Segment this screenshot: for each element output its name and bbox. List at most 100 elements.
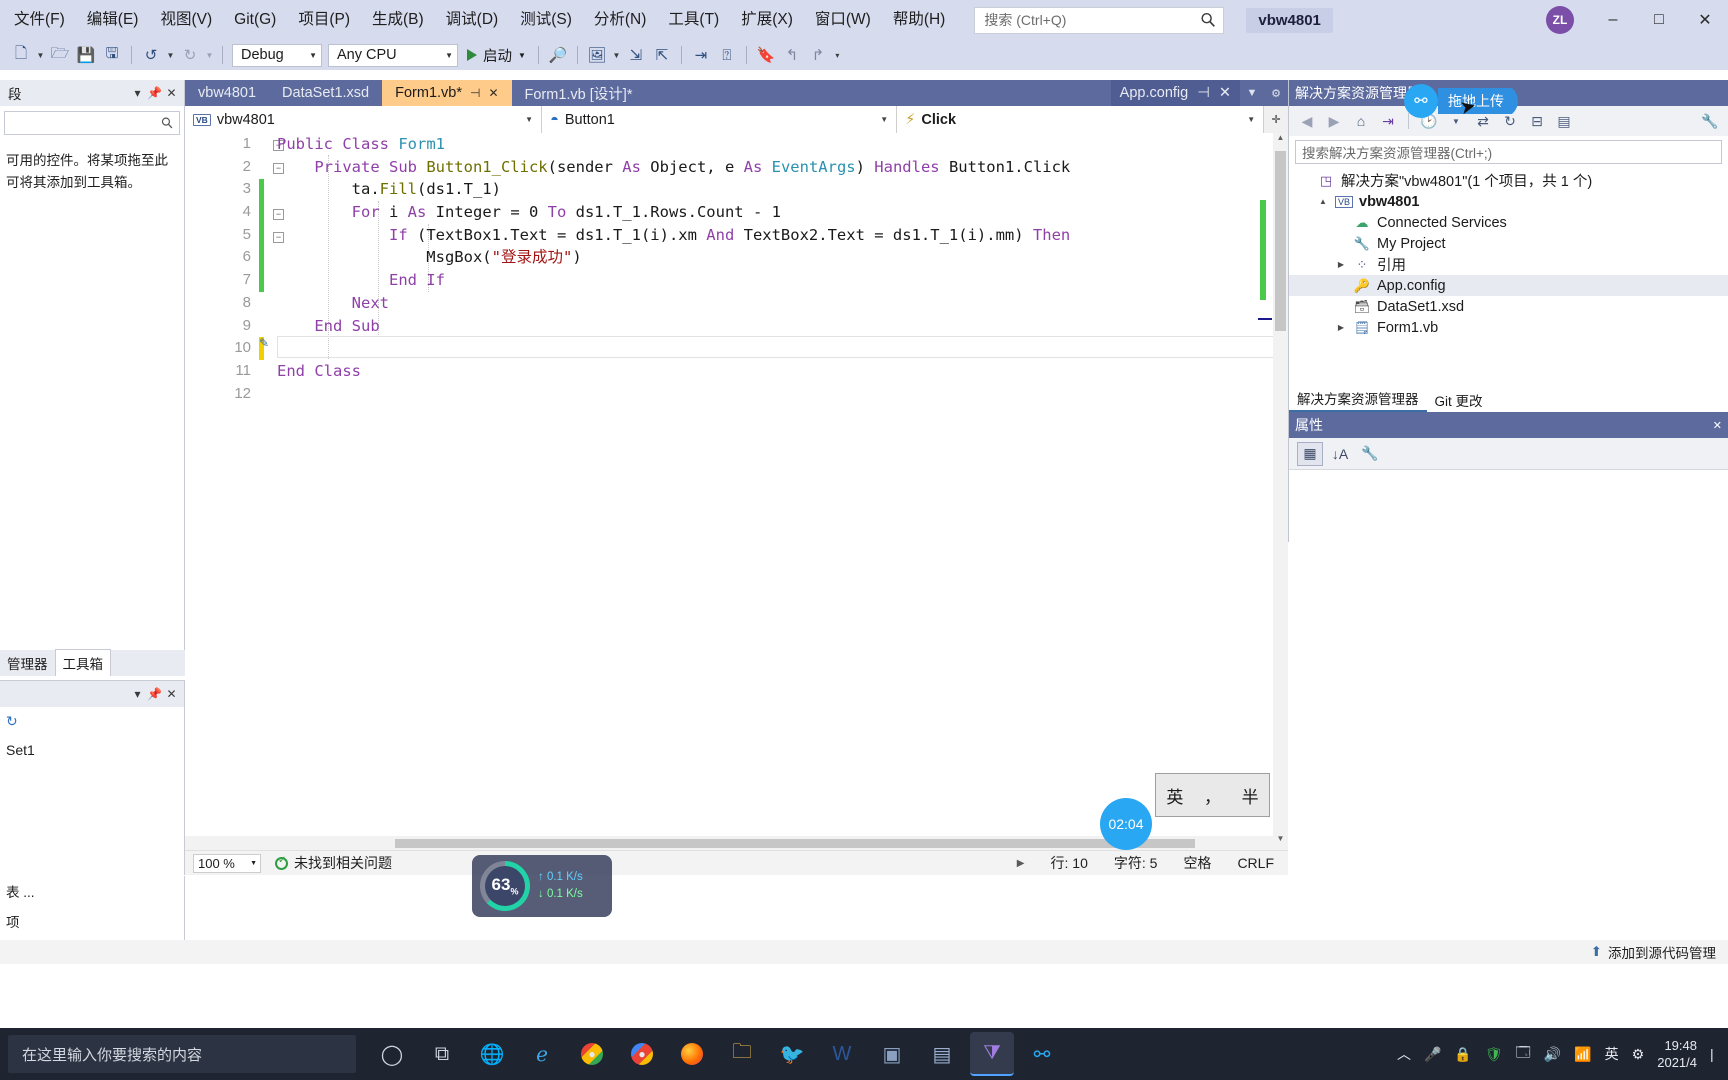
editor-vertical-scrollbar[interactable]: ▲ ▼: [1273, 133, 1288, 850]
tray-settings-icon[interactable]: ⚙: [1632, 1046, 1645, 1063]
ime-status-bar[interactable]: 英 ， 半: [1155, 773, 1270, 817]
document-tab-dataset1[interactable]: DataSet1.xsd: [269, 80, 382, 106]
data-sources-dropdown-icon[interactable]: ▾: [129, 687, 146, 701]
tray-microphone-icon[interactable]: 🎤: [1424, 1046, 1441, 1063]
left-tab-server-explorer[interactable]: 管理器: [0, 650, 55, 676]
taskbar-task-view-icon[interactable]: ⧉: [420, 1032, 464, 1076]
properties-page-icon[interactable]: 🔧: [1357, 442, 1383, 466]
solution-tree-item[interactable]: ◳ 解决方案"vbw4801"(1 个项目，共 1 个): [1289, 170, 1728, 191]
maximize-button[interactable]: □: [1636, 0, 1682, 40]
show-desktop-button[interactable]: |: [1710, 1046, 1716, 1062]
start-debug-button[interactable]: 启动 ▼: [461, 45, 532, 66]
ime-punctuation-icon[interactable]: ，: [1204, 783, 1221, 808]
properties-close-icon[interactable]: ✕: [1713, 419, 1722, 432]
step-over-icon[interactable]: ⇱: [649, 43, 675, 67]
editor-indent-indicator[interactable]: 空格: [1183, 853, 1211, 873]
close-button[interactable]: ✕: [1682, 0, 1728, 40]
live-preview-chevron-icon[interactable]: ▼: [610, 43, 623, 67]
code-line[interactable]: 6 MsgBox("登录成功"): [185, 246, 1288, 269]
sync-with-active-document-icon[interactable]: ⇥: [1376, 109, 1400, 133]
toolbox-dropdown-icon[interactable]: ▾: [129, 86, 146, 100]
menu-item-file[interactable]: 文件(F): [0, 7, 76, 33]
code-line[interactable]: 12: [185, 383, 1288, 406]
ime-mode-label[interactable]: 英: [1166, 783, 1183, 808]
toolbox-close-icon[interactable]: ✕: [163, 86, 180, 100]
avatar[interactable]: ZL: [1546, 6, 1574, 34]
close-icon[interactable]: ✕: [488, 86, 498, 100]
status-expand-icon[interactable]: ▶: [1017, 858, 1025, 869]
code-line[interactable]: 9 End Sub: [185, 315, 1288, 338]
tray-security-icon[interactable]: 🔒: [1454, 1046, 1471, 1063]
menu-item-analyze[interactable]: 分析(N): [583, 7, 658, 33]
data-sources-close-icon[interactable]: ✕: [163, 687, 180, 701]
solution-explorer-search-input[interactable]: 搜索解决方案资源管理器(Ctrl+;): [1295, 140, 1722, 164]
tray-battery-icon[interactable]: 🗔: [1516, 1042, 1531, 1066]
global-search-input[interactable]: 搜索 (Ctrl+Q): [974, 6, 1225, 34]
code-line[interactable]: 7 End If: [185, 269, 1288, 292]
menu-item-view[interactable]: 视图(V): [149, 7, 223, 33]
search-folder-icon[interactable]: 🔎: [545, 43, 571, 67]
properties-window-icon[interactable]: ▤: [1552, 109, 1576, 133]
wrench-icon-se[interactable]: 🔧: [1698, 109, 1722, 133]
split-view-icon[interactable]: ✛: [1264, 107, 1288, 133]
tree-expander-icon[interactable]: ▶: [1335, 323, 1347, 332]
document-tab-form1-code[interactable]: Form1.vb* ⊣ ✕: [382, 80, 512, 106]
editor-eol-indicator[interactable]: CRLF: [1237, 855, 1274, 871]
menu-item-edit[interactable]: 编辑(E): [76, 7, 150, 33]
new-project-icon[interactable]: 🗋: [8, 43, 34, 67]
taskbar-word-icon[interactable]: W: [820, 1032, 864, 1076]
pin-icon[interactable]: ⊣: [470, 86, 480, 100]
taskbar-link-app-icon[interactable]: ⚯: [1020, 1032, 1064, 1076]
start-debug-chevron-icon[interactable]: ▼: [518, 51, 526, 60]
pin-icon-appconfig[interactable]: ⊣: [1197, 85, 1210, 101]
taskbar-app-generic2-icon[interactable]: ▤: [920, 1032, 964, 1076]
code-lines[interactable]: 1 Public Class Form1 2 Private Sub Button1…: [185, 133, 1288, 850]
redo-icon[interactable]: ↻: [177, 43, 203, 67]
comment-icon[interactable]: ⍰: [714, 43, 740, 67]
document-tab-vbw4801[interactable]: vbw4801: [185, 80, 269, 106]
refresh-icon[interactable]: ↻: [6, 713, 18, 730]
home-icon[interactable]: ⌂: [1349, 109, 1373, 133]
minimize-button[interactable]: –: [1590, 0, 1636, 40]
scroll-up-arrow-icon[interactable]: ▲: [1273, 133, 1288, 149]
document-tab-form1-designer[interactable]: Form1.vb [设计]*: [512, 80, 646, 106]
solution-tree-item[interactable]: 🗃 DataSet1.xsd: [1289, 296, 1728, 317]
open-file-icon[interactable]: 🗁: [47, 43, 73, 67]
solution-platform-select[interactable]: Any CPU ▼: [328, 43, 458, 67]
bookmark-icon[interactable]: 🔖: [753, 43, 779, 67]
save-icon[interactable]: 💾: [73, 43, 99, 67]
categorized-view-icon[interactable]: ▦: [1297, 441, 1323, 466]
undo-chevron-icon[interactable]: ▼: [164, 43, 177, 67]
taskbar-file-explorer-icon[interactable]: 🗀: [720, 1032, 764, 1076]
code-line[interactable]: 10: [185, 337, 1288, 360]
taskbar-app-generic-icon[interactable]: ▣: [870, 1032, 914, 1076]
live-preview-icon[interactable]: 🖼: [584, 43, 610, 67]
taskbar-clock[interactable]: 19:48 2021/4: [1657, 1037, 1697, 1071]
solution-tree-item[interactable]: ▶ 🗒 Form1.vb: [1289, 317, 1728, 338]
floating-timer-bubble[interactable]: 02:04: [1100, 798, 1152, 850]
step-into-icon[interactable]: ⇲: [623, 43, 649, 67]
ime-width-icon[interactable]: 半: [1242, 783, 1259, 808]
code-line[interactable]: 8 Next: [185, 292, 1288, 315]
next-bookmark-icon[interactable]: ↱: [805, 43, 831, 67]
redo-chevron-icon[interactable]: ▼: [203, 43, 216, 67]
data-sources-pin-icon[interactable]: 📌: [146, 687, 163, 701]
code-line[interactable]: 2 Private Sub Button1_Click(sender As Ob…: [185, 156, 1288, 179]
tray-volume-icon[interactable]: 🔊: [1544, 1046, 1561, 1063]
forward-arrow-icon[interactable]: ▶: [1322, 109, 1346, 133]
close-icon-appconfig[interactable]: ✕: [1219, 85, 1231, 101]
tray-expand-icon[interactable]: ︿: [1397, 1044, 1411, 1064]
taskbar-visual-studio-icon[interactable]: ⧩: [970, 1032, 1014, 1076]
toolbox-search-input[interactable]: [4, 111, 180, 135]
toolbar-overflow-icon[interactable]: ▾: [831, 43, 844, 67]
editor-hscroll-thumb[interactable]: [395, 839, 1195, 848]
solution-tree-item[interactable]: 🔧 My Project: [1289, 233, 1728, 254]
data-sources-refresh-row[interactable]: ↻: [0, 707, 184, 736]
se-tab-git-changes[interactable]: Git 更改: [1427, 388, 1491, 412]
source-control-label[interactable]: 添加到源代码管理: [1608, 942, 1716, 962]
collapse-all-icon[interactable]: ⊟: [1525, 109, 1549, 133]
taskbar-cortana-icon[interactable]: ◯: [370, 1032, 414, 1076]
tree-expander-icon[interactable]: ▲: [1317, 197, 1329, 206]
se-tab-solution-explorer[interactable]: 解决方案资源管理器: [1289, 386, 1427, 412]
navbar-member-select[interactable]: ◓ Button1 ▼: [542, 106, 898, 133]
